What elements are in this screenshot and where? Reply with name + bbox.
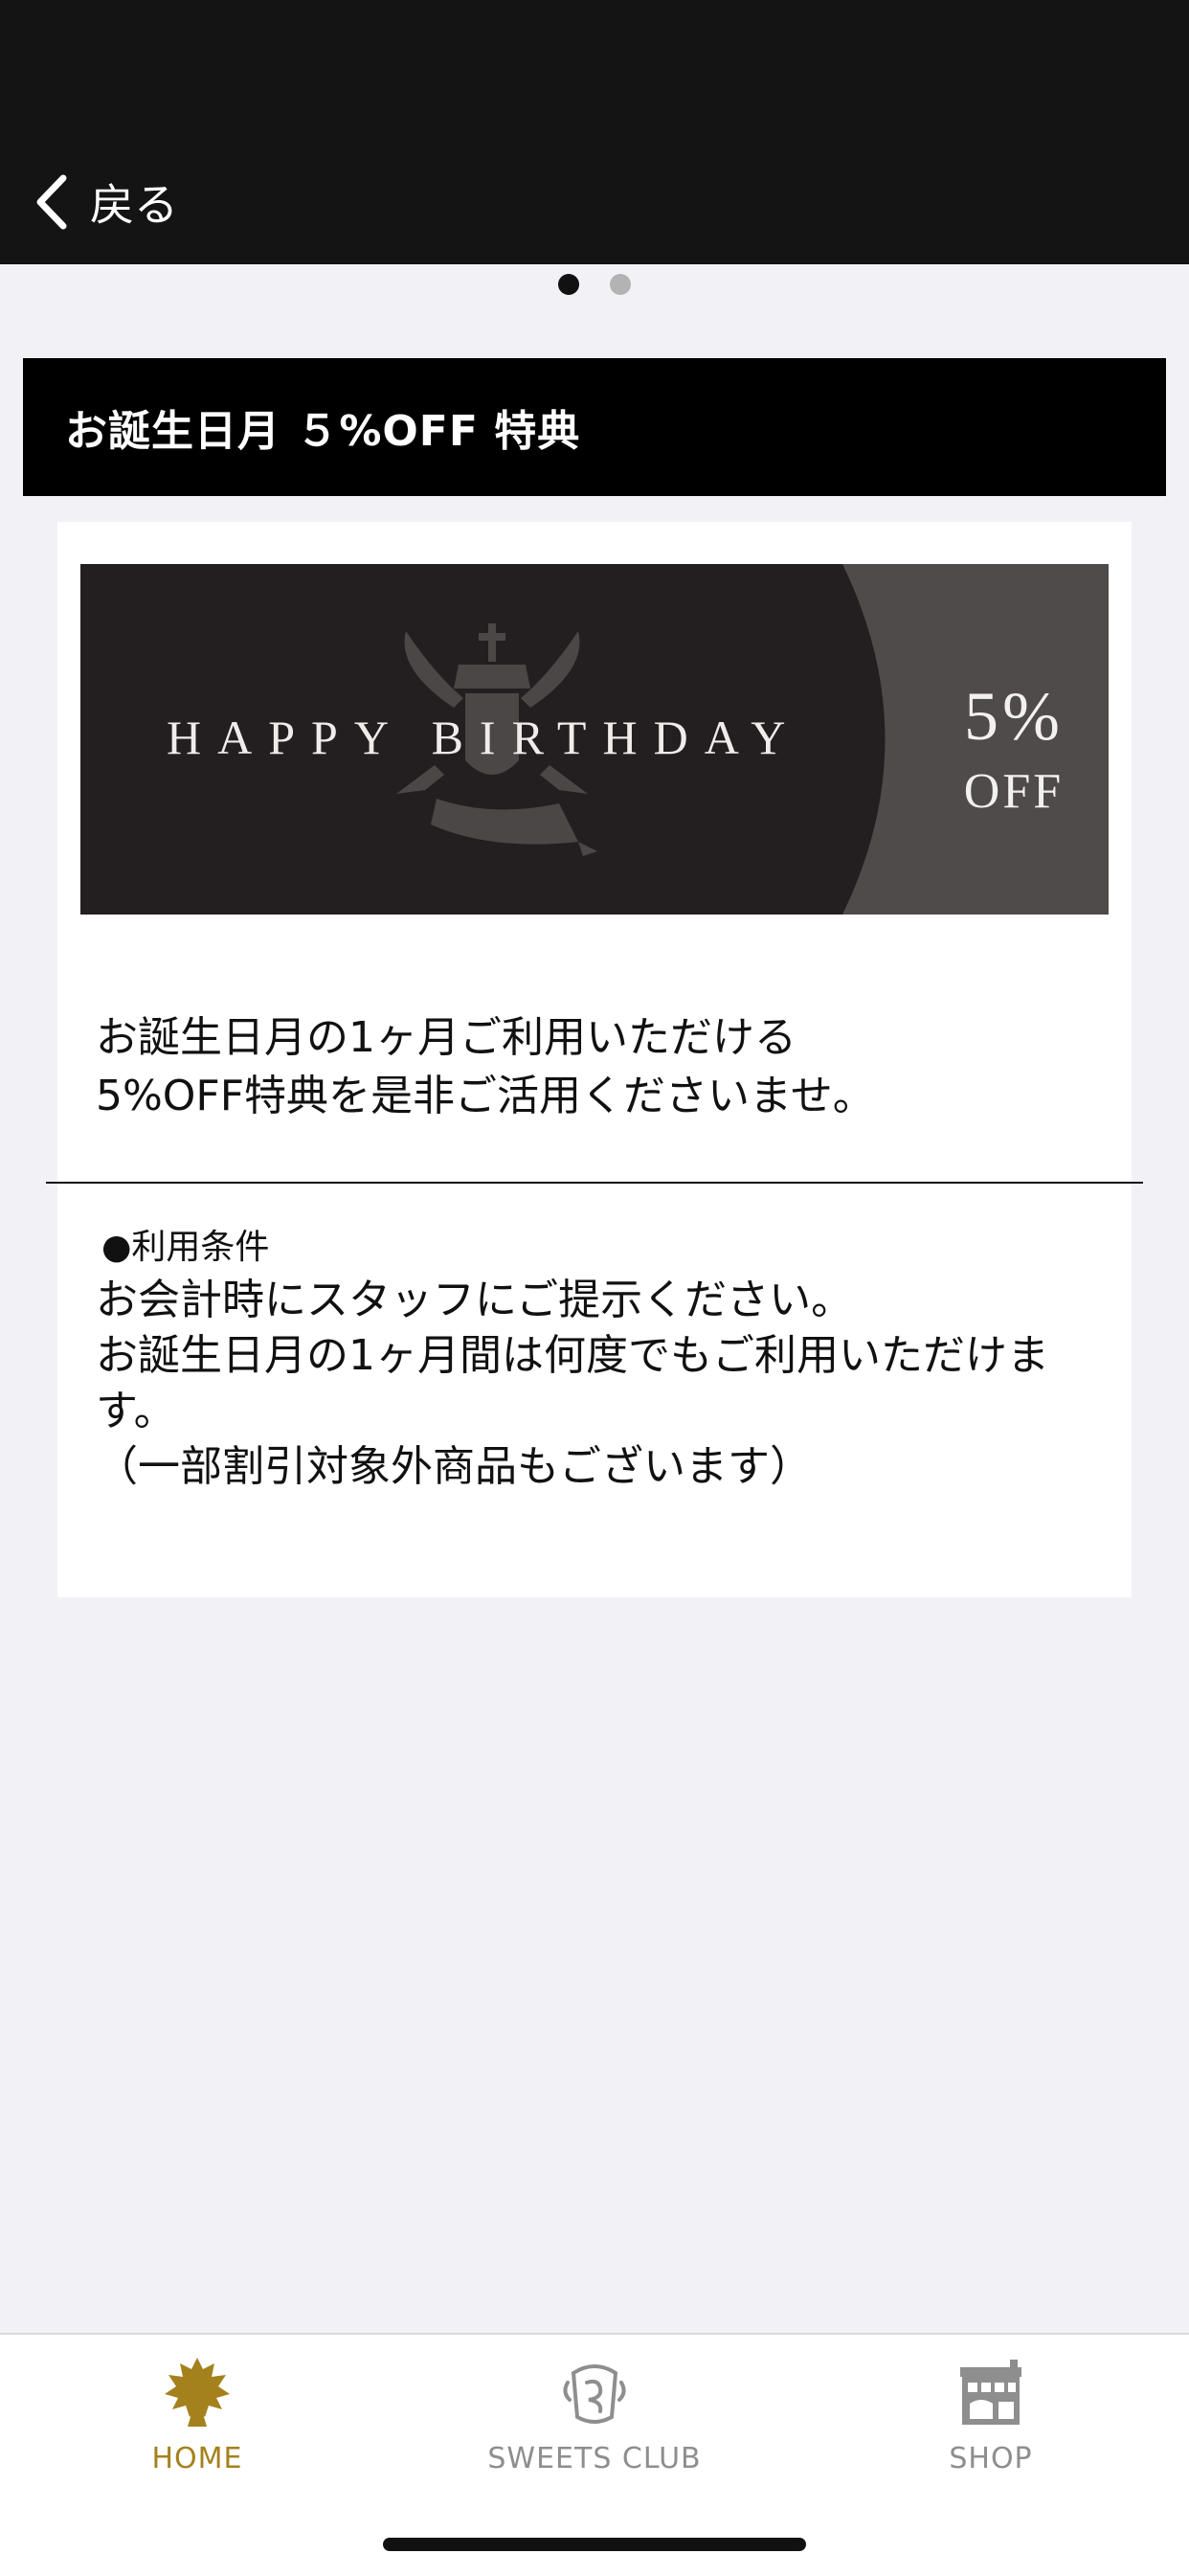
top-navigation-bar: 戻る	[0, 0, 1189, 264]
birthday-banner: HAPPY BIRTHDAY 5% OFF	[80, 564, 1109, 915]
tab-sweets-club[interactable]: SWEETS CLUB	[451, 2354, 738, 2488]
section-divider	[46, 1182, 1143, 1184]
discount-percent: 5%	[964, 678, 1064, 755]
sweets-club-icon	[563, 2364, 626, 2424]
description-line-2: 5%OFF特典を是非ご活用くださいませ。	[96, 1072, 875, 1120]
coupon-title-bar: お誕生日月 ５%OFF 特典	[23, 358, 1166, 496]
discount-off-label: OFF	[963, 764, 1065, 819]
tab-sweets-club-label: SWEETS CLUB	[487, 2442, 702, 2475]
coupon-description: お誕生日月の1ヶ月ご利用いただける 5%OFF特典を是非ご活用くださいませ。	[96, 1008, 1110, 1125]
tab-home-label: HOME	[151, 2442, 243, 2475]
tab-shop-label: SHOP	[949, 2442, 1033, 2475]
coupon-card: HAPPY BIRTHDAY 5% OFF お誕生日月の1ヶ月ご利用いただける …	[57, 522, 1132, 1597]
home-indicator[interactable]	[383, 2538, 806, 2551]
tab-shop[interactable]: SHOP	[847, 2354, 1134, 2488]
shop-icon	[960, 2360, 1021, 2425]
page-dot-1[interactable]	[558, 274, 579, 295]
chevron-left-icon	[36, 174, 67, 230]
home-crest-icon	[165, 2358, 230, 2427]
page-dot-2[interactable]	[610, 274, 631, 295]
coupon-title: お誕生日月 ５%OFF 特典	[65, 407, 581, 456]
happy-birthday-text: HAPPY BIRTHDAY	[167, 711, 802, 764]
conditions-heading: ●利用条件	[101, 1228, 270, 1267]
back-label: 戻る	[90, 179, 178, 231]
page-indicator	[0, 274, 1189, 295]
conditions-body: お会計時にスタッフにご提示ください。 お誕生日月の1ヶ月間は何度でもご利用いただ…	[96, 1276, 1049, 1491]
tab-home[interactable]: HOME	[54, 2354, 341, 2488]
description-line-1: お誕生日月の1ヶ月ご利用いただける	[96, 1013, 796, 1062]
back-button[interactable]: 戻る	[33, 169, 178, 236]
